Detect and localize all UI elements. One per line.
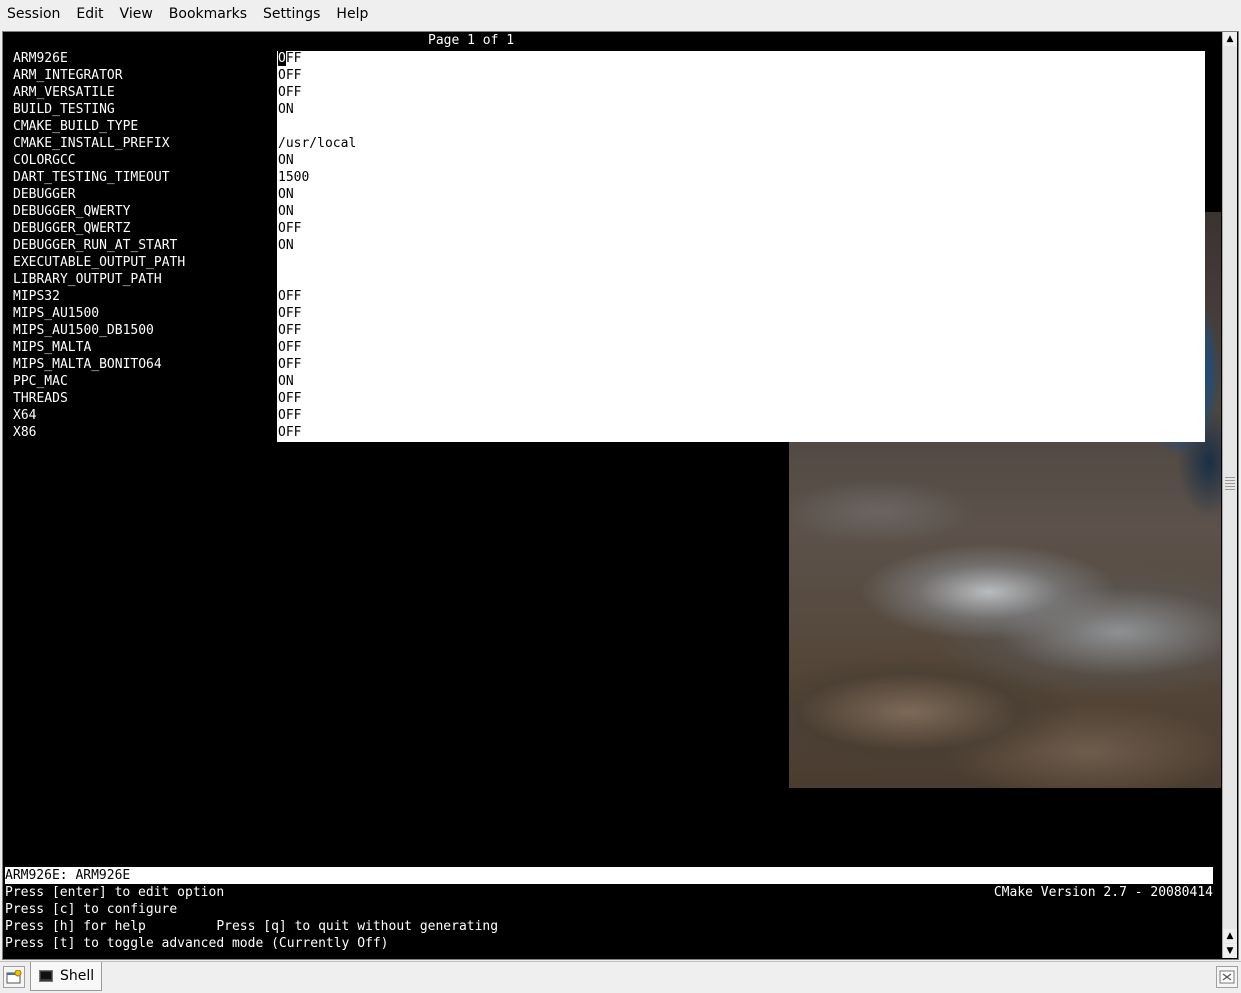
option-name: MIPS32 [13,289,60,304]
menu-help[interactable]: Help [328,1,376,27]
option-name: DEBUGGER_QWERTY [13,204,131,219]
option-value[interactable]: OFF [278,356,301,373]
option-name: DEBUGGER_QWERTZ [13,221,131,236]
option-value[interactable]: OFF [278,305,301,322]
option-name: DEBUGGER [13,187,76,202]
close-tab-icon [1219,970,1235,984]
option-value[interactable]: OFF [278,84,301,101]
option-name: X86 [13,425,37,440]
option-value[interactable]: OFF [278,220,301,237]
option-value[interactable]: ON [278,186,294,203]
option-value[interactable]: OFF [278,339,301,356]
option-value[interactable]: ON [278,203,294,220]
help-line-configure: Press [c] to configure [5,902,178,917]
option-name: MIPS_AU1500 [13,306,100,321]
option-name: DART_TESTING_TIMEOUT [13,170,170,185]
status-line: ARM926E: ARM926E [5,867,1213,884]
scroll-up-arrow-lower-icon[interactable]: ▲ [1223,929,1237,943]
option-value[interactable]: 1500 [278,169,309,186]
vertical-scrollbar[interactable]: ▲ ▲ ▼ [1222,32,1237,958]
tab-shell-label: Shell [60,968,95,984]
scroll-down-arrow-icon[interactable]: ▼ [1223,944,1237,958]
option-value[interactable]: OFF [278,67,301,84]
help-text: Press [enter] to edit option Press [c] t… [5,884,498,952]
option-value[interactable]: /usr/local [278,135,356,152]
option-name: BUILD_TESTING [13,102,115,117]
option-value[interactable]: OFF [278,390,301,407]
option-name: COLORGCC [13,153,76,168]
help-line-help-quit: Press [h] for help Press [q] to quit wit… [5,919,499,934]
new-tab-button[interactable] [3,966,25,988]
option-name: MIPS_AU1500_DB1500 [13,323,154,338]
option-name: THREADS [13,391,68,406]
option-value[interactable]: OFF [278,288,301,305]
option-value[interactable]: OFF [278,407,301,424]
page-indicator: Page 1 of 1 [428,33,515,48]
option-name: DEBUGGER_RUN_AT_START [13,238,178,253]
option-name: EXECUTABLE_OUTPUT_PATH [13,255,186,270]
text-cursor: O [278,51,286,66]
tab-shell[interactable]: Shell [30,962,102,991]
values-panel [277,51,1205,442]
option-name: ARM926E [13,51,68,66]
menu-bookmarks[interactable]: Bookmarks [161,1,255,27]
option-name: CMAKE_BUILD_TYPE [13,119,139,134]
option-name: MIPS_MALTA [13,340,92,355]
option-value[interactable]: OFF [278,322,301,339]
close-tab-button[interactable] [1216,966,1238,988]
option-name: ARM_INTEGRATOR [13,68,123,83]
option-name: MIPS_MALTA_BONITO64 [13,357,162,372]
option-name: LIBRARY_OUTPUT_PATH [13,272,162,287]
scroll-up-arrow-icon[interactable]: ▲ [1223,32,1237,46]
option-value[interactable]: ON [278,373,294,390]
cmake-version: CMake Version 2.7 - 20080414 [993,885,1213,900]
terminal-area[interactable]: Page 1 of 1 ARM926E OFF ARM_INTEGRATOR OFF A… [4,32,1221,958]
option-name: ARM_VERSATILE [13,85,115,100]
option-name: X64 [13,408,37,423]
option-value[interactable]: ON [278,152,294,169]
menu-edit[interactable]: Edit [68,1,111,27]
menu-settings[interactable]: Settings [255,1,328,27]
option-value[interactable]: ON [278,101,294,118]
option-value[interactable]: OFF [278,424,301,441]
option-value[interactable]: OFF [278,50,301,67]
menu-session[interactable]: Session [0,1,68,27]
menu-view[interactable]: View [112,1,161,27]
terminal-icon [39,970,53,982]
option-name: CMAKE_INSTALL_PREFIX [13,136,170,151]
help-line-edit: Press [enter] to edit option [5,885,225,900]
scroll-grip[interactable] [1225,477,1235,491]
option-value[interactable]: ON [278,237,294,254]
option-name: PPC_MAC [13,374,68,389]
help-line-toggle: Press [t] to toggle advanced mode (Curre… [5,936,389,951]
tab-bar: Shell [0,961,1241,993]
menu-bar: Session Edit View Bookmarks Settings Hel… [0,0,1241,28]
new-tab-icon [6,970,22,984]
